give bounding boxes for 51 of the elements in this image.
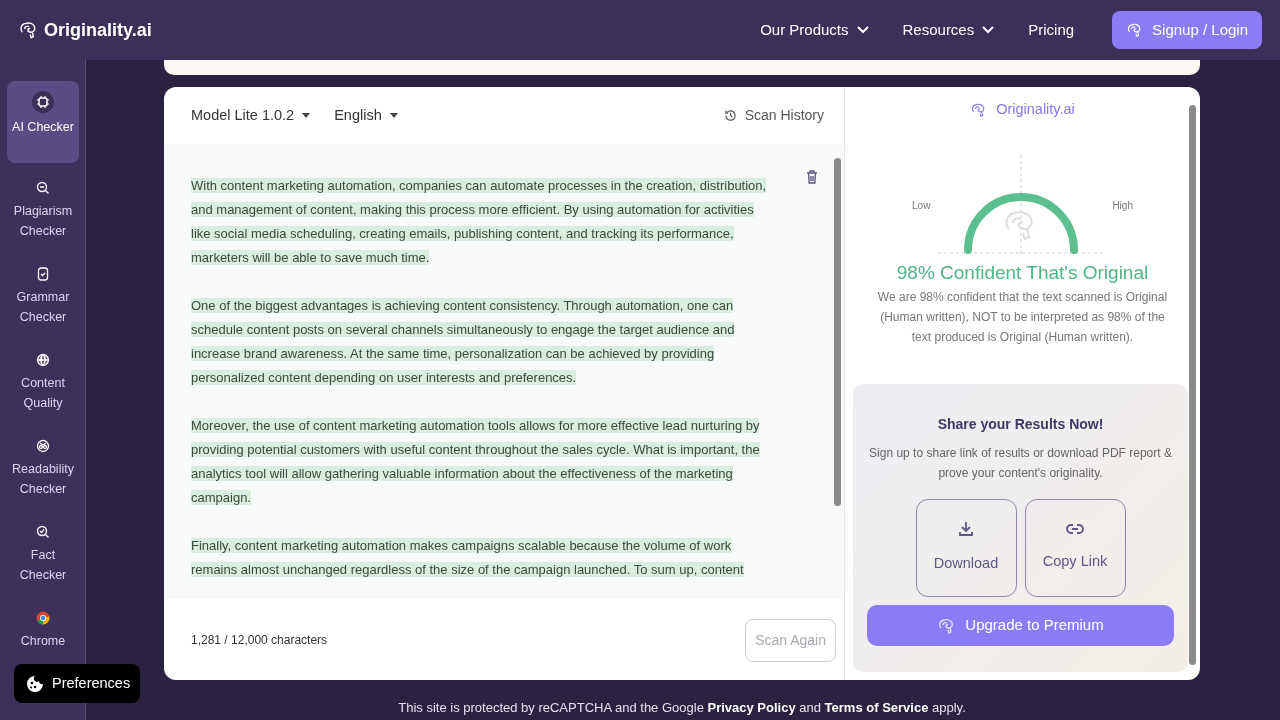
sidebar-item[interactable]: Content Quality [7, 339, 79, 421]
high-label: High [1112, 198, 1133, 213]
recaptcha-notice: This site is protected by reCAPTCHA and the Google Privacy Policy and Terms of Service apply. [397, 699, 967, 717]
cookie-preferences-toast[interactable]: Preferences [14, 664, 141, 703]
share-title: Share your Results Now! [936, 415, 1105, 434]
chrome-icon [36, 610, 50, 625]
share-action-button[interactable]: Copy Link [1024, 499, 1126, 597]
check-search-icon [36, 524, 50, 539]
sidebar-item[interactable]: Chrome [7, 597, 79, 651]
sidebar-item[interactable]: AI Checker [7, 81, 79, 163]
caret-icon [389, 113, 398, 118]
document-icon [37, 266, 49, 281]
search-icon [36, 180, 50, 195]
chip-icon [32, 91, 54, 113]
paragraph: One of the biggest advantages is achieving content consistency. Through automation, one can schedule content posts on several channels simultaneously to engage the target audience and increase brand awareness. At the same time, personalization can be achieved by providing personalized content depending on user interests and preferences. [191, 297, 736, 387]
footer-link[interactable]: Privacy Policy [707, 700, 796, 715]
scan-history-button[interactable]: Scan History [723, 105, 824, 126]
sidebar-item[interactable]: Plagiarism Checker [7, 167, 79, 249]
cookie-icon [26, 674, 44, 693]
trash-icon[interactable] [806, 170, 818, 184]
sidebar-item[interactable]: Grammar Checker [7, 253, 79, 335]
caret-icon [302, 113, 311, 118]
language-dropdown[interactable]: English [334, 104, 398, 127]
chevron-down-icon [982, 26, 995, 34]
share-action-button[interactable]: Download [915, 499, 1017, 597]
nav-link[interactable]: Pricing [1028, 18, 1075, 42]
character-count: 1,281 / 12,000 characters [191, 632, 328, 649]
sidebar-item[interactable]: Readability Checker [7, 425, 79, 507]
share-text: Sign up to share link of results or download PDF report & prove your content's originality. [868, 445, 1173, 482]
model-dropdown[interactable]: Model Lite 1.0.2 [191, 104, 311, 127]
history-icon [723, 109, 737, 122]
chevron-down-icon [856, 26, 869, 34]
brand-logo[interactable]: Originality.ai [18, 16, 152, 44]
footer-link[interactable]: Terms of Service [824, 700, 929, 715]
paragraph: Finally, content marketing automation makes campaigns scalable because the volume of work remains almost unchanged regardless of the size of the campaign launched. To sum up, content [191, 537, 745, 579]
scrollbar[interactable] [1189, 105, 1196, 665]
sidebar-item[interactable]: Fact Checker [7, 511, 79, 593]
result-description: We are 98% confident that the text scanned is Original (Human written), NOT to be interpreted as 98% of the text produced is Original (Human written). [876, 289, 1169, 347]
paragraph: With content marketing automation, companies can automate processes in the creation, distribution, and management of content, making this process more efficient. By using automation for activities like social media scheduling, creating emails, publishing content, and tracking its performance, marketers will be able to save much time. [191, 177, 768, 267]
download-icon [958, 521, 974, 538]
result-logo: Originality.ai [970, 99, 1075, 121]
link-icon [1066, 523, 1084, 536]
text-editor[interactable] [164, 144, 844, 599]
nav-link[interactable]: Resources [902, 18, 995, 42]
low-label: Low [912, 198, 931, 213]
globe-icon [36, 352, 50, 367]
result-headline: 98% Confident That's Original [895, 260, 1150, 285]
face-icon [36, 438, 50, 453]
scrollbar[interactable] [834, 158, 841, 506]
paragraph: Moreover, the use of content marketing automation tools allows for more effective lead nurturing by providing potential customers with useful content throughout the sales cycle. What is important, the analytics tool will allow gathering valuable information about the effectiveness of the marketing campaign. [191, 417, 761, 507]
nav-link[interactable]: Our Products [760, 18, 869, 42]
